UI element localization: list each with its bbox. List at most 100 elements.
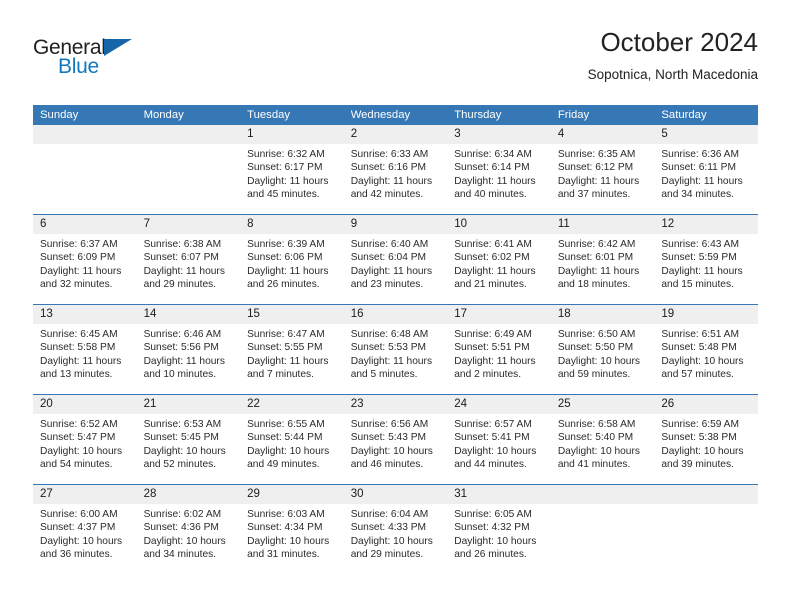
general-blue-logo: General Blue bbox=[33, 36, 153, 82]
calendar-day-cell[interactable]: 30 Sunrise: 6:04 AM Sunset: 4:33 PM Dayligh… bbox=[343, 484, 448, 574]
day-details: Sunrise: 6:57 AM Sunset: 5:41 PM Daylight:… bbox=[447, 414, 551, 472]
day-number: 12 bbox=[654, 215, 758, 234]
sunrise-line: Sunrise: 6:58 AM bbox=[557, 419, 636, 430]
sunset-line: Sunset: 6:06 PM bbox=[247, 252, 323, 264]
day-number: 18 bbox=[550, 305, 655, 324]
day-details: Sunrise: 6:42 AM Sunset: 6:01 PM Daylight:… bbox=[551, 234, 655, 292]
sunrise-line: Sunrise: 6:02 AM bbox=[143, 509, 222, 520]
sunset-line: Sunset: 6:09 PM bbox=[40, 252, 116, 264]
day-details: Sunrise: 6:03 AM Sunset: 4:34 PM Daylight:… bbox=[240, 504, 344, 562]
daylight-line-1: Daylight: 11 hours bbox=[247, 265, 329, 277]
weekday-header-sunday: Sunday bbox=[33, 105, 137, 125]
daylight-line-1: Daylight: 11 hours bbox=[143, 355, 225, 367]
calendar-week-row: 27 Sunrise: 6:00 AM Sunset: 4:37 PM Dayligh… bbox=[33, 484, 758, 574]
weekday-header-tuesday: Tuesday bbox=[240, 105, 344, 125]
daylight-line-2: and 54 minutes. bbox=[40, 459, 113, 471]
sunset-line: Sunset: 5:53 PM bbox=[350, 342, 427, 354]
calendar-day-cell[interactable]: 6 Sunrise: 6:37 AM Sunset: 6:09 PM Daylight… bbox=[33, 214, 137, 305]
calendar-day-cell[interactable]: 31 Sunrise: 6:05 AM Sunset: 4:32 PM Dayligh… bbox=[447, 484, 551, 574]
calendar-day-cell[interactable]: 7 Sunrise: 6:38 AM Sunset: 6:07 PM Daylight… bbox=[136, 214, 241, 305]
logo-text-blue: Blue bbox=[58, 55, 99, 78]
calendar-table: Sunday Monday Tuesday Wednesday Thursday… bbox=[33, 105, 758, 574]
day-details: Sunrise: 6:59 AM Sunset: 5:38 PM Daylight:… bbox=[654, 414, 758, 472]
daylight-line-2: and 2 minutes. bbox=[454, 369, 522, 381]
day-details: Sunrise: 6:02 AM Sunset: 4:36 PM Daylight:… bbox=[137, 504, 241, 562]
sunset-line: Sunset: 4:33 PM bbox=[350, 522, 427, 534]
daylight-line-2: and 34 minutes. bbox=[143, 549, 217, 561]
sunrise-line: Sunrise: 6:41 AM bbox=[454, 239, 532, 250]
calendar-day-cell[interactable]: 29 Sunrise: 6:03 AM Sunset: 4:34 PM Dayligh… bbox=[240, 484, 344, 574]
daylight-line-1: Daylight: 10 hours bbox=[557, 445, 640, 457]
calendar-day-cell[interactable]: 19 Sunrise: 6:51 AM Sunset: 5:48 PM Dayligh… bbox=[654, 304, 758, 395]
sunrise-line: Sunrise: 6:53 AM bbox=[143, 419, 222, 430]
calendar-day-cell[interactable]: 1 Sunrise: 6:32 AM Sunset: 6:17 PM Daylight… bbox=[240, 125, 344, 215]
day-number: 9 bbox=[343, 215, 448, 234]
calendar-day-cell[interactable]: 22 Sunrise: 6:55 AM Sunset: 5:44 PM Dayligh… bbox=[240, 394, 344, 485]
calendar-day-cell[interactable]: 3 Sunrise: 6:34 AM Sunset: 6:14 PM Daylight… bbox=[447, 125, 551, 215]
calendar-day-cell[interactable]: 10 Sunrise: 6:41 AM Sunset: 6:02 PM Dayligh… bbox=[447, 214, 551, 305]
calendar-day-cell[interactable]: 26 Sunrise: 6:59 AM Sunset: 5:38 PM Dayligh… bbox=[654, 394, 758, 485]
calendar-day-cell[interactable]: 28 Sunrise: 6:02 AM Sunset: 4:36 PM Dayligh… bbox=[136, 484, 241, 574]
sunset-line: Sunset: 5:40 PM bbox=[557, 432, 634, 444]
calendar-day-cell[interactable]: 15 Sunrise: 6:47 AM Sunset: 5:55 PM Dayligh… bbox=[240, 304, 344, 395]
sunset-line: Sunset: 6:16 PM bbox=[350, 162, 427, 174]
daylight-line-2: and 21 minutes. bbox=[454, 279, 527, 291]
calendar-day-cell[interactable]: 2 Sunrise: 6:33 AM Sunset: 6:16 PM Daylight… bbox=[343, 125, 448, 215]
calendar-day-cell[interactable]: 27 Sunrise: 6:00 AM Sunset: 4:37 PM Dayligh… bbox=[33, 484, 137, 574]
calendar-day-cell[interactable]: 20 Sunrise: 6:52 AM Sunset: 5:47 PM Dayligh… bbox=[33, 394, 137, 485]
daylight-line-2: and 40 minutes. bbox=[454, 189, 527, 201]
daylight-line-1: Daylight: 11 hours bbox=[557, 175, 640, 187]
sunset-line: Sunset: 6:14 PM bbox=[454, 162, 530, 174]
daylight-line-2: and 34 minutes. bbox=[661, 189, 734, 201]
calendar-day-cell[interactable]: 13 Sunrise: 6:45 AM Sunset: 5:58 PM Dayligh… bbox=[33, 304, 137, 395]
daylight-line-2: and 39 minutes. bbox=[661, 459, 734, 471]
day-number: 24 bbox=[447, 395, 551, 414]
sunset-line: Sunset: 5:47 PM bbox=[40, 432, 116, 444]
calendar-day-cell[interactable]: 14 Sunrise: 6:46 AM Sunset: 5:56 PM Dayligh… bbox=[136, 304, 241, 395]
daylight-line-2: and 10 minutes. bbox=[143, 369, 217, 381]
calendar-day-cell[interactable]: 17 Sunrise: 6:49 AM Sunset: 5:51 PM Dayligh… bbox=[447, 304, 551, 395]
calendar-day-cell[interactable]: 11 Sunrise: 6:42 AM Sunset: 6:01 PM Dayligh… bbox=[550, 214, 655, 305]
calendar-day-cell[interactable]: 21 Sunrise: 6:53 AM Sunset: 5:45 PM Dayligh… bbox=[136, 394, 241, 485]
daylight-line-2: and 5 minutes. bbox=[350, 369, 418, 381]
day-details: Sunrise: 6:37 AM Sunset: 6:09 PM Daylight:… bbox=[33, 234, 137, 292]
day-details: Sunrise: 6:46 AM Sunset: 5:56 PM Daylight:… bbox=[137, 324, 241, 382]
calendar-day-cell[interactable]: 24 Sunrise: 6:57 AM Sunset: 5:41 PM Dayligh… bbox=[447, 394, 551, 485]
day-number: 19 bbox=[654, 305, 758, 324]
day-details: Sunrise: 6:49 AM Sunset: 5:51 PM Daylight:… bbox=[447, 324, 551, 382]
day-number: 27 bbox=[33, 485, 137, 504]
sunrise-line: Sunrise: 6:32 AM bbox=[247, 149, 325, 160]
daylight-line-2: and 26 minutes. bbox=[454, 549, 527, 561]
day-details: Sunrise: 6:41 AM Sunset: 6:02 PM Daylight:… bbox=[447, 234, 551, 292]
calendar-day-cell-empty bbox=[136, 125, 241, 215]
weekday-header-monday: Monday bbox=[136, 105, 241, 125]
calendar-day-cell[interactable]: 8 Sunrise: 6:39 AM Sunset: 6:06 PM Daylight… bbox=[240, 214, 344, 305]
sunrise-line: Sunrise: 6:48 AM bbox=[350, 329, 429, 340]
calendar-day-cell[interactable]: 18 Sunrise: 6:50 AM Sunset: 5:50 PM Dayligh… bbox=[550, 304, 655, 395]
weekday-header-row: Sunday Monday Tuesday Wednesday Thursday… bbox=[33, 105, 758, 125]
day-details: Sunrise: 6:52 AM Sunset: 5:47 PM Daylight:… bbox=[33, 414, 137, 472]
daylight-line-2: and 13 minutes. bbox=[40, 369, 113, 381]
calendar-day-cell[interactable]: 12 Sunrise: 6:43 AM Sunset: 5:59 PM Dayligh… bbox=[654, 214, 758, 305]
daylight-line-2: and 36 minutes. bbox=[40, 549, 113, 561]
page-title: October 2024 bbox=[600, 27, 758, 57]
day-details: Sunrise: 6:32 AM Sunset: 6:17 PM Daylight:… bbox=[240, 144, 344, 202]
calendar-day-cell[interactable]: 9 Sunrise: 6:40 AM Sunset: 6:04 PM Daylight… bbox=[343, 214, 448, 305]
daylight-line-1: Daylight: 10 hours bbox=[661, 355, 744, 367]
sunset-line: Sunset: 5:43 PM bbox=[350, 432, 427, 444]
day-details: Sunrise: 6:00 AM Sunset: 4:37 PM Daylight:… bbox=[33, 504, 137, 562]
calendar-day-cell[interactable]: 5 Sunrise: 6:36 AM Sunset: 6:11 PM Daylight… bbox=[654, 125, 758, 215]
sunset-line: Sunset: 5:41 PM bbox=[454, 432, 530, 444]
daylight-line-2: and 15 minutes. bbox=[661, 279, 734, 291]
daylight-line-1: Daylight: 11 hours bbox=[454, 355, 536, 367]
sunset-line: Sunset: 6:01 PM bbox=[557, 252, 634, 264]
calendar-day-cell[interactable]: 4 Sunrise: 6:35 AM Sunset: 6:12 PM Daylight… bbox=[550, 125, 655, 215]
day-details: Sunrise: 6:38 AM Sunset: 6:07 PM Daylight:… bbox=[137, 234, 241, 292]
calendar-day-cell[interactable]: 16 Sunrise: 6:48 AM Sunset: 5:53 PM Dayligh… bbox=[343, 304, 448, 395]
calendar-day-cell[interactable]: 25 Sunrise: 6:58 AM Sunset: 5:40 PM Dayligh… bbox=[550, 394, 655, 485]
day-number: 15 bbox=[240, 305, 344, 324]
daylight-line-2: and 57 minutes. bbox=[661, 369, 734, 381]
calendar-day-cell[interactable]: 23 Sunrise: 6:56 AM Sunset: 5:43 PM Dayligh… bbox=[343, 394, 448, 485]
day-number: 26 bbox=[654, 395, 758, 414]
day-number bbox=[550, 485, 655, 504]
